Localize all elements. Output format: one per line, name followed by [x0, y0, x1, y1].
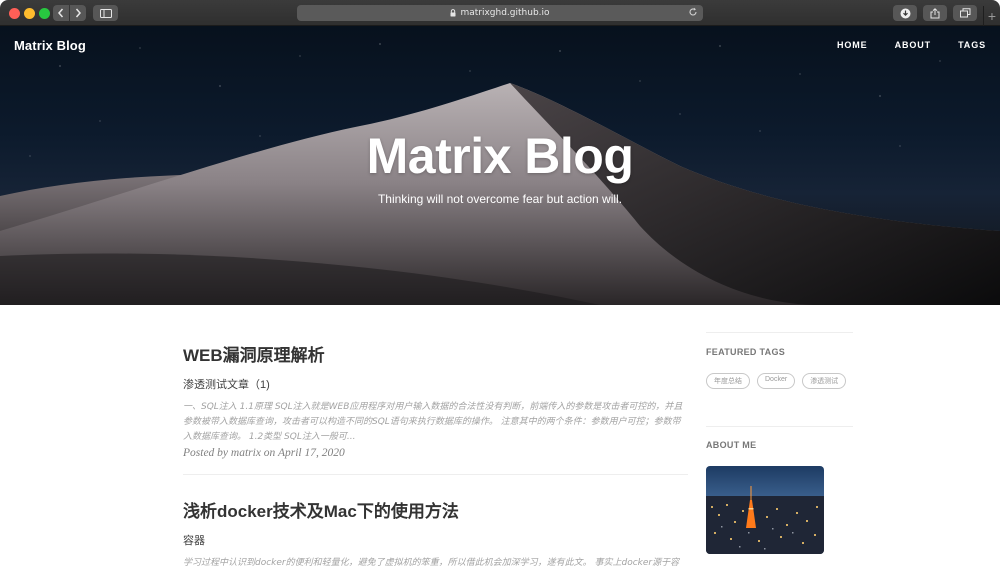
- hero-subtitle: Thinking will not overcome fear but acti…: [377, 192, 623, 206]
- tab-overview-button[interactable]: [953, 5, 977, 21]
- hero-title: Matrix Blog: [366, 128, 634, 184]
- lock-icon: [450, 9, 456, 17]
- sidebar-divider: [706, 332, 853, 333]
- nav-home-link[interactable]: HOME: [837, 40, 868, 50]
- minimize-window-button[interactable]: [24, 8, 35, 19]
- post-preview[interactable]: 浅析docker技术及Mac下的使用方法 容器 学习过程中认识到docker的便…: [183, 497, 688, 568]
- hero-header: Matrix Blog HOME ABOUT TAGS Matrix Blog …: [0, 26, 1000, 305]
- about-me-heading: ABOUT ME: [706, 440, 757, 450]
- share-button[interactable]: [923, 5, 947, 21]
- post-divider: [183, 474, 688, 475]
- browser-window: matrixghd.github.io + Matrix Blog HOME A…: [0, 0, 1000, 568]
- featured-tags-heading: FEATURED TAGS: [706, 347, 786, 357]
- tag-link[interactable]: Docker: [757, 373, 796, 389]
- share-icon: [930, 7, 940, 18]
- browser-toolbar: matrixghd.github.io +: [0, 0, 1000, 26]
- download-icon: [900, 8, 910, 18]
- about-me-photo: [706, 466, 824, 554]
- nav-tags-link[interactable]: TAGS: [958, 40, 986, 50]
- zoom-window-button[interactable]: [39, 8, 50, 19]
- chevron-right-icon: [75, 8, 81, 18]
- tag-link[interactable]: 渗透测试: [802, 373, 847, 389]
- sidebar-divider: [706, 426, 853, 427]
- post-title[interactable]: WEB漏洞原理解析: [183, 341, 688, 366]
- post-preview[interactable]: WEB漏洞原理解析 渗透测试文章（1) 一、SQL注入 1.1原理 SQL注入就…: [183, 341, 688, 459]
- nav-about-link[interactable]: ABOUT: [895, 40, 932, 50]
- post-subtitle: 容器: [183, 535, 205, 547]
- new-tab-button[interactable]: +: [983, 6, 1000, 26]
- reload-icon[interactable]: [688, 7, 698, 20]
- tabs-icon: [959, 8, 970, 18]
- post-subtitle: 渗透测试文章（1): [183, 379, 270, 391]
- close-window-button[interactable]: [9, 8, 20, 19]
- site-nav: HOME ABOUT TAGS: [837, 40, 986, 50]
- post-meta: Posted by matrix on April 17, 2020: [183, 447, 345, 459]
- chevron-left-icon: [58, 8, 64, 18]
- featured-tags-list: 年度总结 Docker 渗透测试: [706, 373, 853, 389]
- site-brand-link[interactable]: Matrix Blog: [14, 38, 86, 53]
- post-excerpt: 学习过程中认识到docker的便利和轻量化，避免了虚拟机的笨重，所以借此机会加深…: [183, 558, 680, 568]
- address-bar[interactable]: matrixghd.github.io: [297, 5, 703, 21]
- sidebar-icon: [99, 8, 112, 18]
- sidebar-toggle-button[interactable]: [93, 5, 118, 21]
- forward-button[interactable]: [70, 5, 86, 21]
- downloads-button[interactable]: [893, 5, 917, 21]
- back-button[interactable]: [53, 5, 69, 21]
- tag-link[interactable]: 年度总结: [706, 373, 750, 389]
- post-excerpt: 一、SQL注入 1.1原理 SQL注入就是WEB应用程序对用户输入数据的合法性没…: [183, 402, 683, 442]
- address-url: matrixghd.github.io: [460, 8, 550, 18]
- post-title[interactable]: 浅析docker技术及Mac下的使用方法: [183, 497, 688, 522]
